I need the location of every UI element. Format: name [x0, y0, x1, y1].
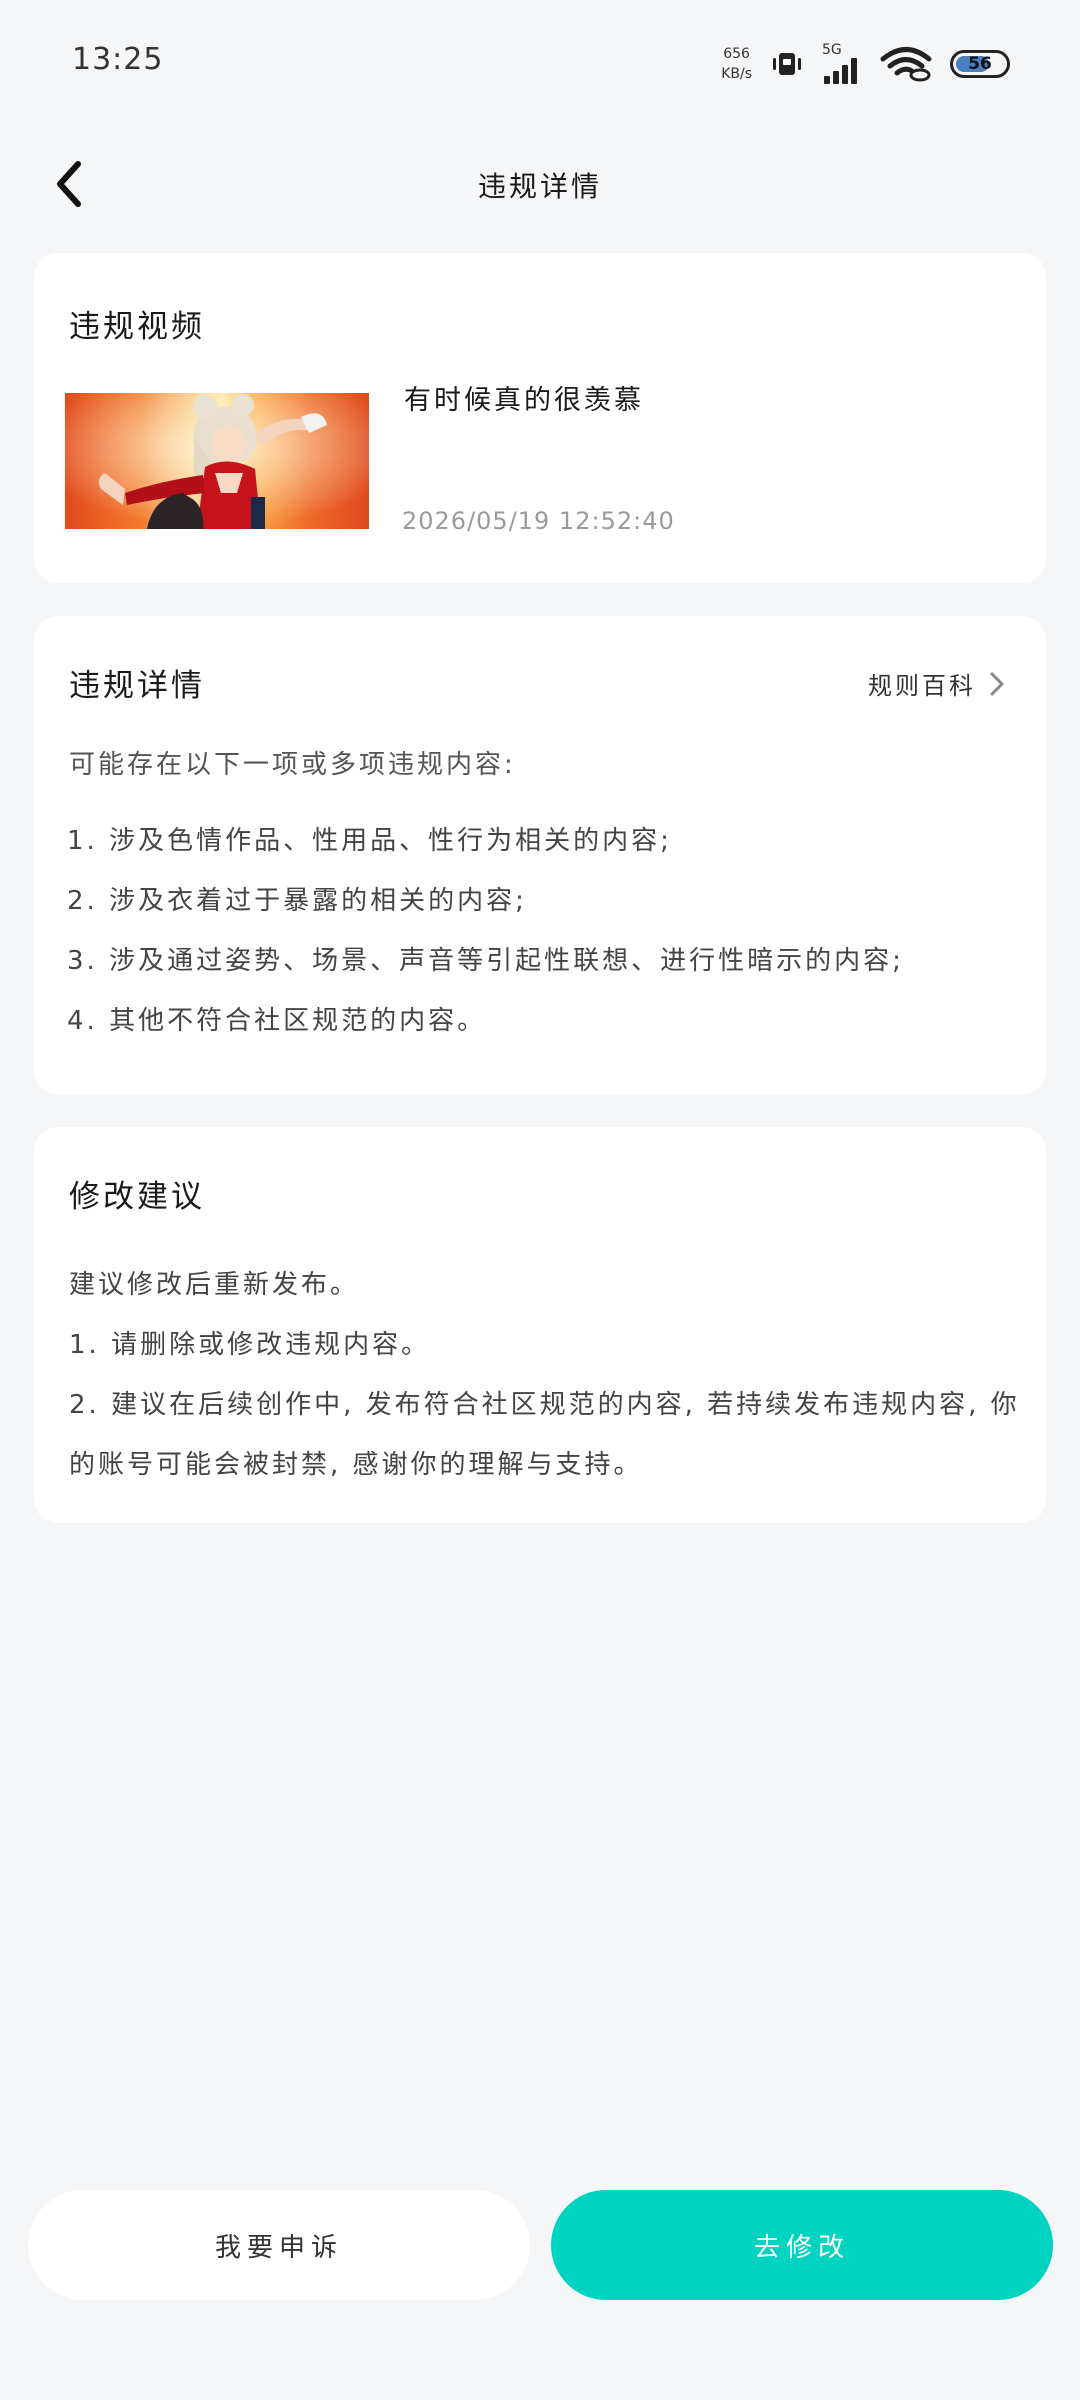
page-title: 违规详情 [477, 170, 602, 203]
advice-content: 建议修改后重新发布。 1. 请删除或修改违规内容。 2. 建议在后续创作中, 发… [69, 1255, 1029, 1495]
list-item: 2. 涉及衣着过于暴露的相关的内容; [67, 886, 527, 916]
status-time: 13:25 [72, 42, 164, 77]
list-item: 1. 涉及色情作品、性用品、性行为相关的内容; [67, 826, 672, 856]
violation-video-card: 违规视频 有时候真的很羡慕 2026/05/19 12:52:40 [34, 253, 1046, 583]
video-thumbnail[interactable] [65, 393, 369, 529]
battery-icon: 56 [950, 50, 1010, 78]
network-type: 5G [822, 42, 842, 58]
list-item: 4. 其他不符合社区规范的内容。 [67, 1006, 487, 1036]
chevron-right-icon [990, 672, 1004, 695]
signal-bars-icon [824, 58, 857, 84]
cellular-signal: 5G [822, 42, 862, 86]
advice-line: 建议修改后重新发布。 [69, 1270, 360, 1300]
network-speed-value: 656 [723, 46, 750, 62]
video-timestamp: 2026/05/19 12:52:40 [402, 507, 675, 535]
violation-intro: 可能存在以下一项或多项违规内容: [69, 750, 516, 780]
vibrate-icon [770, 47, 804, 81]
violation-detail-heading: 违规详情 [69, 668, 205, 704]
advice-line: 2. 建议在后续创作中, 发布符合社区规范的内容, 若持续发布违规内容, 你的账… [69, 1390, 1020, 1480]
rules-encyclopedia-link[interactable]: 规则百科 [868, 666, 1006, 701]
violation-video-heading: 违规视频 [69, 309, 205, 345]
violation-detail-page: 13:25 656 KB/s 5G 56 违规详情 违规视频 有时候真的很羡慕 … [0, 0, 1080, 2400]
rules-encyclopedia-label: 规则百科 [868, 672, 976, 700]
violation-list: 1. 涉及色情作品、性用品、性行为相关的内容; 2. 涉及衣着过于暴露的相关的内… [67, 826, 904, 1066]
appeal-button[interactable]: 我要申诉 [28, 2190, 530, 2300]
modification-advice-heading: 修改建议 [69, 1179, 205, 1215]
battery-percent: 56 [968, 54, 992, 74]
status-icons: 656 KB/s 5G 56 [721, 36, 1010, 92]
video-title[interactable]: 有时候真的很羡慕 [404, 378, 644, 417]
list-item: 3. 涉及通过姿势、场景、声音等引起性联想、进行性暗示的内容; [67, 946, 904, 976]
navigation-bar: 违规详情 [0, 140, 1080, 230]
violation-detail-card: 违规详情 规则百科 可能存在以下一项或多项违规内容: 1. 涉及色情作品、性用品… [34, 616, 1046, 1094]
wifi-icon [880, 46, 932, 82]
network-speed-unit: KB/s [721, 66, 752, 82]
status-bar: 13:25 656 KB/s 5G 56 [0, 0, 1080, 125]
modification-advice-card: 修改建议 建议修改后重新发布。 1. 请删除或修改违规内容。 2. 建议在后续创… [34, 1127, 1046, 1523]
modify-button[interactable]: 去修改 [551, 2190, 1053, 2300]
anime-character-image [65, 393, 369, 529]
network-speed: 656 KB/s [721, 44, 752, 84]
advice-line: 1. 请删除或修改违规内容。 [69, 1330, 431, 1360]
